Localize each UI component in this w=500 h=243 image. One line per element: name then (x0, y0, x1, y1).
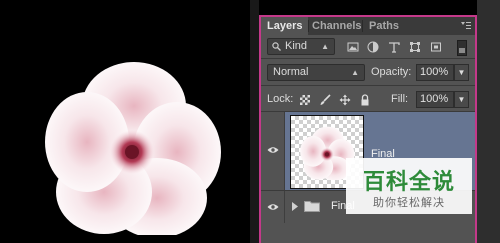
search-icon (272, 42, 281, 51)
eye-icon (267, 147, 279, 153)
lock-label: Lock: (267, 93, 294, 105)
fill-label: Fill: (391, 93, 409, 105)
panel-scroll-gutter (477, 0, 500, 243)
panel-dock-edge (250, 0, 259, 243)
eye-icon (267, 204, 279, 210)
opacity-label: Opacity: (371, 66, 412, 78)
folder-icon (304, 201, 320, 212)
opacity-dropdown-button[interactable]: ▼ (454, 64, 469, 81)
adjustment-layer-filter-icon[interactable] (367, 41, 379, 53)
lock-transparent-pixels-icon[interactable] (299, 94, 311, 106)
layer-visibility-toggle[interactable] (261, 112, 285, 190)
group-visibility-toggle[interactable] (261, 191, 285, 223)
divider (261, 85, 475, 86)
tab-layers[interactable]: Layers (261, 17, 309, 35)
divider (261, 58, 475, 59)
flower-artwork (45, 62, 221, 235)
document-canvas[interactable] (0, 0, 258, 243)
expand-arrow-icon[interactable] (292, 202, 298, 211)
tab-divider (362, 20, 363, 32)
blend-row: Normal ▲ Opacity: 100% ▼ (261, 61, 475, 83)
watermark-subtitle: 助你轻松解决 (373, 196, 445, 209)
fill-input[interactable]: 100% (416, 91, 454, 108)
blend-mode-value: Normal (273, 66, 309, 78)
tab-channels[interactable]: Channels (312, 17, 362, 35)
lock-row: Lock: Fill: 100% ▼ (261, 88, 475, 110)
pixel-layer-filter-icon[interactable] (347, 41, 359, 53)
blend-mode-dropdown[interactable]: Normal ▲ (267, 64, 365, 81)
smart-object-filter-icon[interactable] (430, 41, 442, 53)
tab-paths[interactable]: Paths (369, 17, 399, 35)
move-icon[interactable] (339, 94, 351, 106)
panel-tab-bar: Layers Channels Paths (261, 17, 475, 35)
type-layer-filter-icon[interactable] (388, 41, 400, 53)
brush-icon[interactable] (319, 94, 331, 106)
filter-row: Kind ▲ (261, 37, 475, 57)
lock-icon[interactable] (359, 94, 371, 106)
watermark-logo: 百科全说 助你轻松解决 (346, 158, 472, 214)
panel-menu-icon[interactable] (461, 20, 471, 30)
filter-toggle-switch[interactable] (457, 40, 467, 56)
shape-layer-filter-icon[interactable] (409, 41, 421, 53)
tab-divider (308, 20, 309, 32)
chevron-updown-icon: ▲ (351, 68, 359, 77)
watermark-title: 百科全说 (362, 170, 455, 195)
filter-kind-label: Kind (285, 40, 308, 52)
filter-kind-dropdown[interactable]: Kind ▲ (267, 38, 335, 55)
chevron-updown-icon: ▲ (321, 42, 329, 51)
opacity-input[interactable]: 100% (416, 64, 454, 81)
fill-dropdown-button[interactable]: ▼ (454, 91, 469, 108)
